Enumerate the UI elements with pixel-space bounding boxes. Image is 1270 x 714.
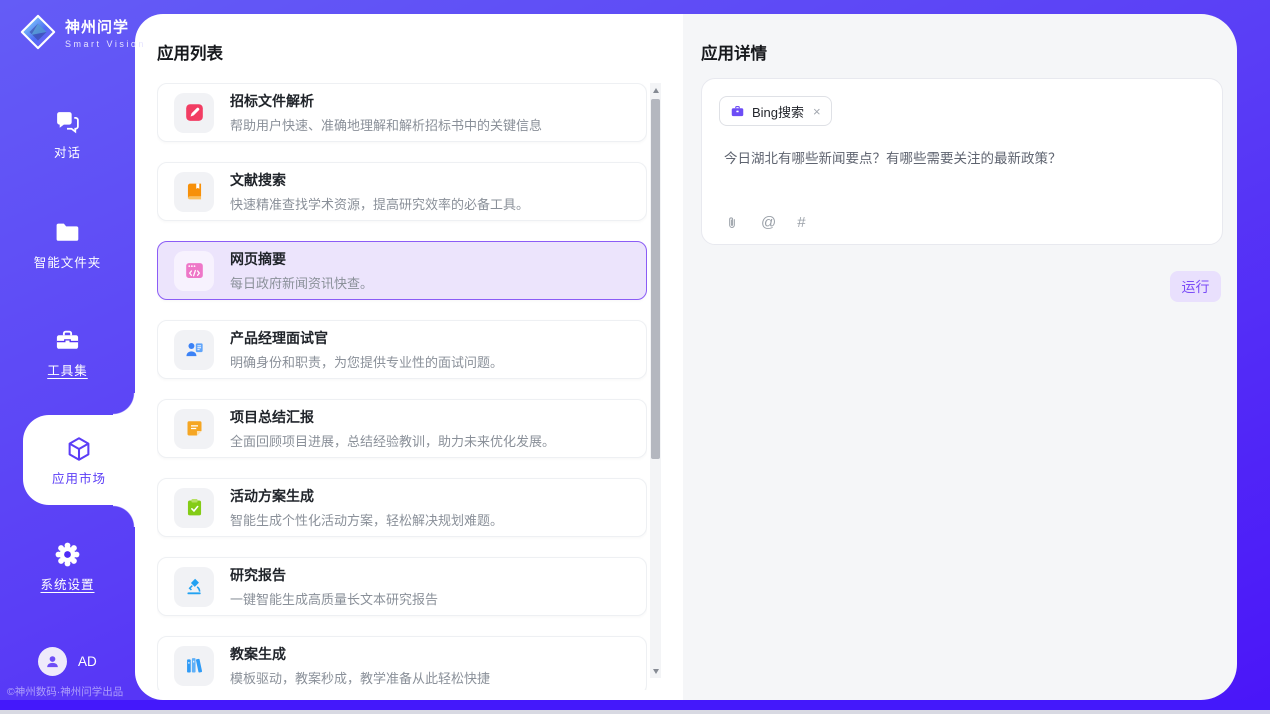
app-detail-title: 应用详情 (701, 40, 767, 64)
list-item-lesson-plan[interactable]: 教案生成 模板驱动，教案秒成，教学准备从此轻松快捷 (157, 636, 647, 690)
app-description: 智能生成个性化活动方案，轻松解决规划难题。 (230, 510, 503, 529)
list-item-bid-parsing[interactable]: 招标文件解析 帮助用户快速、准确地理解和解析招标书中的关键信息 (157, 83, 647, 142)
list-item-research-report[interactable]: 研究报告 一键智能生成高质量长文本研究报告 (157, 557, 647, 616)
app-description: 一键智能生成高质量长文本研究报告 (230, 589, 438, 608)
app-description: 明确身份和职责，为您提供专业性的面试问题。 (230, 352, 503, 371)
book-icon (184, 181, 205, 202)
chat-icon (54, 109, 81, 136)
sidebar-item-label: 系统设置 (0, 574, 135, 593)
browser-code-icon (184, 260, 205, 281)
app-icon-tile (174, 646, 214, 686)
edit-document-icon (184, 102, 205, 123)
run-button[interactable]: 运行 (1170, 271, 1221, 302)
app-description: 帮助用户快速、准确地理解和解析招标书中的关键信息 (230, 115, 542, 134)
app-name: 产品经理面试官 (230, 328, 503, 348)
close-icon[interactable]: × (813, 104, 821, 119)
user-avatar-icon (44, 653, 61, 670)
prompt-card: Bing搜索 × 今日湖北有哪些新闻要点？有哪些需要关注的最新政策？ @ # (701, 78, 1223, 245)
cube-icon (65, 435, 93, 463)
briefcase-icon (730, 104, 745, 119)
sidebar-item-settings[interactable]: 系统设置 (0, 541, 135, 593)
copyright-footer: ©神州数码·神州问学出品 (7, 684, 123, 699)
brand-subtitle: Smart Vision (65, 39, 146, 49)
brand-name: 神州问学 (65, 16, 146, 37)
books-icon (184, 655, 205, 676)
prompt-input[interactable]: 今日湖北有哪些新闻要点？有哪些需要关注的最新政策？ (724, 149, 1202, 169)
list-item-webpage-summary-selected[interactable]: 网页摘要 每日政府新闻资讯快查。 (157, 241, 647, 300)
sticky-note-icon (184, 418, 205, 439)
app-name: 网页摘要 (230, 249, 373, 269)
brand-logo: 神州问学 Smart Vision (19, 13, 146, 51)
sidebar-item-smart-folder[interactable]: 智能文件夹 (0, 219, 135, 271)
app-name: 招标文件解析 (230, 91, 542, 111)
list-item-pm-interviewer[interactable]: 产品经理面试官 明确身份和职责，为您提供专业性的面试问题。 (157, 320, 647, 379)
clipboard-check-icon (184, 497, 205, 518)
list-scrollbar[interactable] (650, 83, 661, 678)
folder-icon (54, 219, 81, 246)
interviewer-icon (184, 339, 205, 360)
list-item-event-plan[interactable]: 活动方案生成 智能生成个性化活动方案，轻松解决规划难题。 (157, 478, 647, 537)
sidebar-item-label: 工具集 (0, 360, 135, 379)
app-name: 研究报告 (230, 565, 438, 585)
toolbox-icon (54, 327, 81, 354)
sidebar-item-label: 应用市场 (23, 468, 135, 487)
sidebar-item-label: 智能文件夹 (0, 252, 135, 271)
app-icon-tile (174, 251, 214, 291)
attachment-icon[interactable] (724, 215, 740, 231)
avatar (38, 647, 67, 676)
list-item-project-summary[interactable]: 项目总结汇报 全面回顾项目进展，总结经验教训，助力未来优化发展。 (157, 399, 647, 458)
app-description: 模板驱动，教案秒成，教学准备从此轻松快捷 (230, 668, 490, 687)
app-description: 每日政府新闻资讯快查。 (230, 273, 373, 292)
microscope-icon (184, 576, 205, 597)
sidebar-item-chat[interactable]: 对话 (0, 109, 135, 161)
diamond-logo-icon (19, 13, 57, 51)
app-name: 文献搜索 (230, 170, 529, 190)
app-window: 神州问学 Smart Vision 对话 智能文件夹 工具集 应用市场 (0, 0, 1270, 714)
app-icon-tile (174, 330, 214, 370)
app-description: 快速精准查找学术资源，提高研究效率的必备工具。 (230, 194, 529, 213)
scrollbar-thumb[interactable] (651, 99, 660, 459)
window-bottom-bar (0, 700, 1270, 710)
scroll-down-icon[interactable] (650, 664, 661, 678)
app-icon-tile (174, 567, 214, 607)
user-name: AD (78, 654, 97, 669)
app-name: 项目总结汇报 (230, 407, 555, 427)
mention-icon[interactable]: @ (761, 214, 776, 231)
app-list-panel: 应用列表 招标文件解析 帮助用户快速、准确地理解和解析招标书中的关键信息 (135, 14, 683, 700)
window-bottom-edge (0, 710, 1270, 714)
app-list-title: 应用列表 (157, 40, 223, 64)
sidebar-item-app-market-active[interactable]: 应用市场 (23, 415, 135, 505)
scroll-up-icon[interactable] (650, 83, 661, 97)
tool-tag-bing-search[interactable]: Bing搜索 × (719, 96, 832, 126)
tool-tag-label: Bing搜索 (752, 102, 804, 121)
app-name: 活动方案生成 (230, 486, 503, 506)
list-item-literature-search[interactable]: 文献搜索 快速精准查找学术资源，提高研究效率的必备工具。 (157, 162, 647, 221)
gear-icon (54, 541, 81, 568)
app-list: 招标文件解析 帮助用户快速、准确地理解和解析招标书中的关键信息 文献搜索 快速精… (157, 83, 647, 690)
app-icon-tile (174, 488, 214, 528)
prompt-toolbar: @ # (724, 214, 806, 231)
app-icon-tile (174, 409, 214, 449)
hash-icon[interactable]: # (797, 214, 805, 231)
user-account[interactable]: AD (38, 647, 97, 676)
app-detail-panel: 应用详情 Bing搜索 × 今日湖北有哪些新闻要点？有哪些需要关注的最新政策？ … (683, 14, 1237, 700)
app-icon-tile (174, 93, 214, 133)
sidebar-item-toolset[interactable]: 工具集 (0, 327, 135, 379)
app-icon-tile (174, 172, 214, 212)
sidebar-item-label: 对话 (0, 142, 135, 161)
app-name: 教案生成 (230, 644, 490, 664)
app-description: 全面回顾项目进展，总结经验教训，助力未来优化发展。 (230, 431, 555, 450)
